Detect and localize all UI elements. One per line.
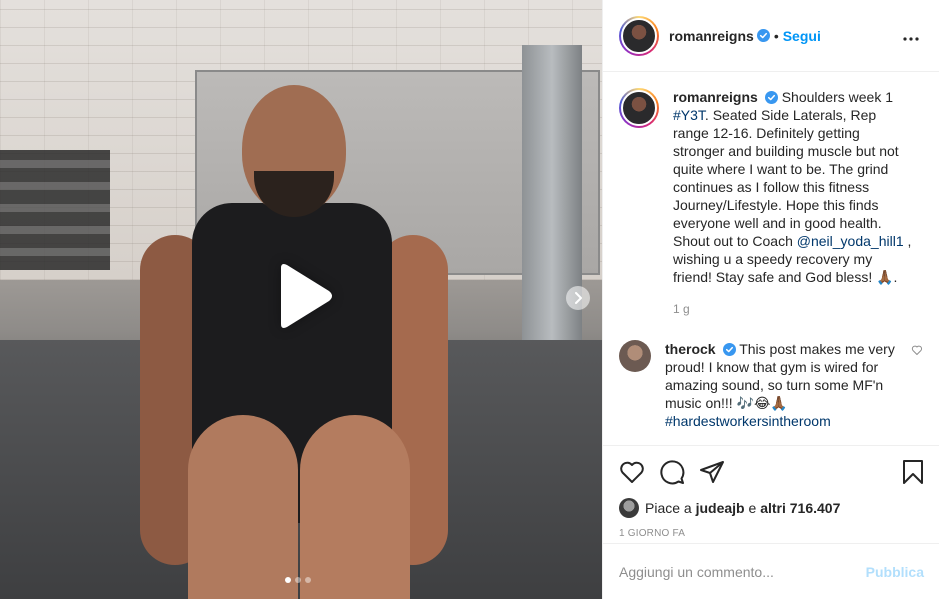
caption-hashtag[interactable]: #Y3T — [673, 107, 705, 123]
verified-badge-icon — [722, 343, 736, 356]
caption-text: . Seated Side Laterals, Rep range 12-16.… — [673, 107, 899, 249]
play-button[interactable] — [271, 262, 337, 330]
carousel-dot — [305, 577, 311, 583]
more-options-button[interactable] — [899, 28, 923, 44]
avatar[interactable] — [619, 498, 639, 518]
heart-icon — [620, 461, 644, 483]
header-separator: • — [773, 27, 779, 44]
avatar[interactable] — [619, 15, 659, 56]
likes-summary: Piace a judeajb e altri 716.407 — [619, 496, 924, 520]
caption-timestamp: 1 g — [673, 302, 690, 316]
avatar[interactable] — [619, 340, 651, 372]
caption-text: Shoulders week 1 — [781, 89, 893, 105]
comment-bubble-icon — [660, 460, 685, 485]
carousel-dot — [295, 577, 301, 583]
caption: romanreigns Shoulders week 1 #Y3T. Seate… — [619, 88, 923, 318]
post-media-video[interactable] — [0, 0, 602, 599]
carousel-dot — [285, 577, 291, 583]
post-side-panel: romanreigns • Segui romanreigns Shoulder… — [602, 0, 939, 599]
like-button[interactable] — [619, 452, 659, 492]
carousel-next-button[interactable] — [566, 286, 590, 310]
comment-hashtag[interactable]: #hardestworkersintheroom — [665, 413, 831, 429]
post-date[interactable]: 1 GIORNO FA — [619, 528, 924, 539]
save-button[interactable] — [900, 452, 924, 492]
caption-mention[interactable]: @neil_yoda_hill1 — [797, 233, 904, 249]
likes-prefix: Piace a — [645, 500, 692, 516]
share-button[interactable] — [699, 452, 739, 492]
chevron-right-icon — [575, 292, 582, 304]
header-username[interactable]: romanreigns — [669, 28, 754, 44]
publish-button[interactable]: Pubblica — [866, 564, 924, 580]
likes-count[interactable]: altri 716.407 — [760, 500, 840, 516]
bookmark-icon — [903, 460, 923, 484]
comment-username[interactable]: therock — [665, 341, 716, 357]
comments-list[interactable]: romanreigns Shoulders week 1 #Y3T. Seate… — [603, 72, 939, 445]
video-subject — [140, 85, 470, 599]
instagram-post: romanreigns • Segui romanreigns Shoulder… — [0, 0, 939, 599]
likes-middle: e — [748, 500, 757, 516]
post-actions: Piace a judeajb e altri 716.407 1 GIORNO… — [603, 445, 939, 545]
follow-button[interactable]: Segui — [783, 28, 821, 44]
carousel-indicator — [285, 577, 311, 583]
verified-badge-icon — [756, 29, 770, 42]
likes-user[interactable]: judeajb — [696, 500, 745, 516]
like-comment-heart-icon[interactable] — [911, 344, 923, 356]
more-options-icon — [903, 36, 919, 41]
add-comment-bar: Pubblica — [603, 543, 939, 599]
play-icon — [281, 264, 332, 328]
avatar[interactable] — [619, 88, 659, 128]
dumbbell-rack — [0, 150, 110, 270]
comment-button[interactable] — [659, 452, 699, 492]
verified-badge-icon — [764, 91, 778, 104]
paper-plane-icon — [700, 461, 724, 483]
comment-input[interactable] — [619, 563, 866, 580]
post-header: romanreigns • Segui — [603, 0, 939, 72]
comment-item: therock This post makes me very proud! I… — [619, 340, 923, 430]
caption-username[interactable]: romanreigns — [673, 89, 758, 105]
